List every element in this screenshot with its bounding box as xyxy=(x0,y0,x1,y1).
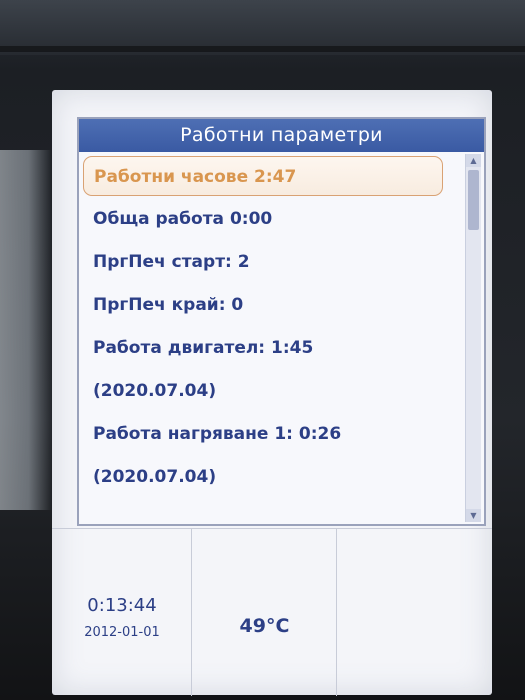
list-item-motor-date[interactable]: (2020.07.04) xyxy=(93,381,216,401)
clock-cell[interactable]: 0:13:44 2012-01-01 xyxy=(52,529,192,696)
list-item-program-start[interactable]: ПргПеч старт: 2 xyxy=(93,252,250,272)
clock-time: 0:13:44 xyxy=(87,595,157,616)
device-screen: Работни параметри Работни часове 2:47 Об… xyxy=(52,90,492,696)
bezel-edge xyxy=(0,46,525,52)
panel-title: Работни параметри xyxy=(79,119,484,152)
parameters-list: Работни часове 2:47 Обща работа 0:00 Прг… xyxy=(79,152,464,524)
triangle-down-icon[interactable]: ▼ xyxy=(466,509,481,522)
scrollbar[interactable]: ▲ ▼ xyxy=(465,154,481,522)
temperature-cell[interactable]: 49°C xyxy=(192,529,337,696)
clock-date: 2012-01-01 xyxy=(84,625,160,640)
list-item-motor-work[interactable]: Работа двигател: 1:45 xyxy=(93,338,313,358)
temperature-value: 49°C xyxy=(239,615,290,637)
triangle-up-icon[interactable]: ▲ xyxy=(466,154,481,167)
list-item-total-work[interactable]: Обща работа 0:00 xyxy=(93,209,272,229)
status-bar: 0:13:44 2012-01-01 49°C xyxy=(52,528,492,696)
list-item-heating-date[interactable]: (2020.07.04) xyxy=(93,467,216,487)
list-item-operating-hours[interactable]: Работни часове 2:47 xyxy=(83,156,443,196)
empty-cell[interactable] xyxy=(337,529,492,696)
scroll-thumb[interactable] xyxy=(468,170,479,230)
list-item-program-end[interactable]: ПргПеч край: 0 xyxy=(93,295,243,315)
list-item-heating-work[interactable]: Работа нагряване 1: 0:26 xyxy=(93,424,341,444)
parameters-panel: Работни параметри Работни часове 2:47 Об… xyxy=(77,117,486,526)
background-reflection xyxy=(0,150,52,510)
